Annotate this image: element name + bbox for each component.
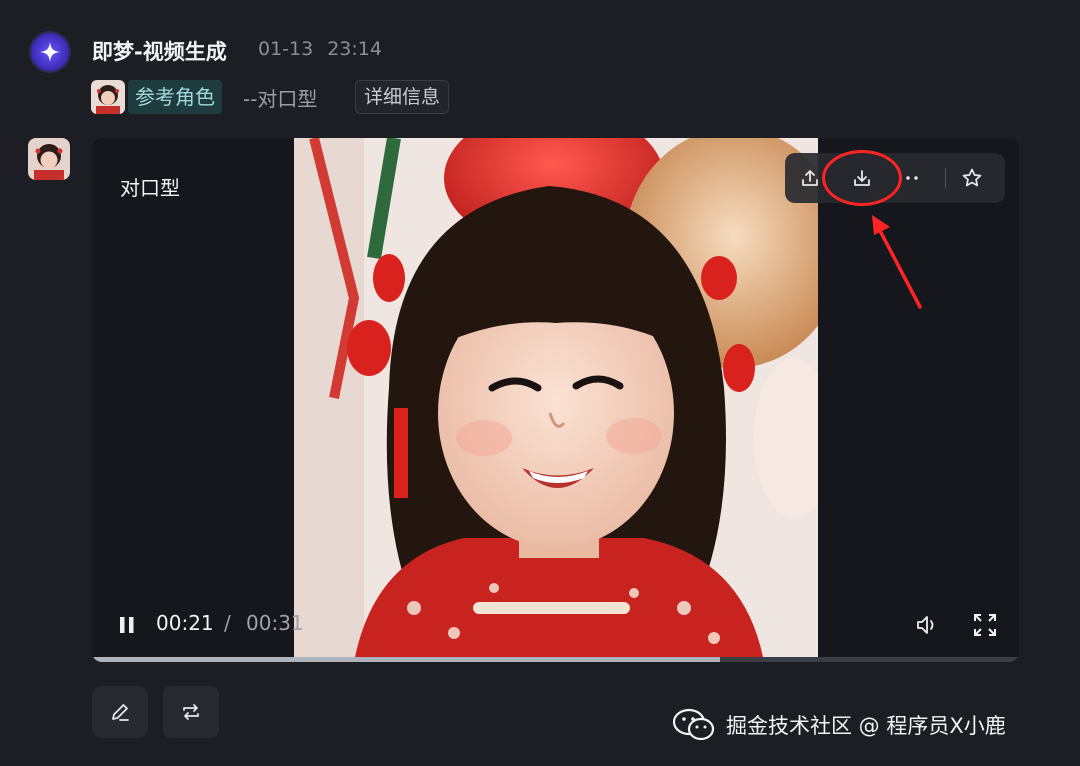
regenerate-button[interactable] xyxy=(163,686,219,738)
current-time: 00:21 xyxy=(156,611,214,635)
detail-info-button[interactable]: 详细信息 xyxy=(355,80,450,114)
favorite-button[interactable] xyxy=(949,153,995,203)
timestamp: 01-13 23:14 xyxy=(258,38,396,60)
video-frame xyxy=(294,138,818,662)
app-title: 即梦-视频生成 xyxy=(92,40,227,64)
reference-avatar[interactable] xyxy=(91,80,125,114)
total-time: 00:31 xyxy=(246,611,304,635)
video-still-girl-in-red-qipao xyxy=(294,138,818,662)
annotation-circle xyxy=(822,150,902,206)
mode-label: --对口型 xyxy=(243,87,318,111)
wechat-icon xyxy=(672,708,715,741)
share-icon xyxy=(802,170,818,186)
watermark: 掘金技术社区 @ 程序员X小鹿 xyxy=(672,708,1006,742)
video-controls: 00:21 / 00:31 xyxy=(92,600,1019,650)
regenerate-icon xyxy=(183,704,199,720)
toolbar-divider xyxy=(945,168,946,188)
volume-button[interactable] xyxy=(914,612,940,642)
character-avatar xyxy=(28,138,70,180)
fullscreen-icon xyxy=(974,614,996,636)
time-separator: / xyxy=(224,611,231,635)
progress-fill xyxy=(92,657,720,662)
fullscreen-button[interactable] xyxy=(972,612,998,642)
time-label: 23:14 xyxy=(327,38,382,60)
annotation-arrow xyxy=(872,215,922,309)
edit-icon xyxy=(112,704,129,721)
reference-role-chip[interactable]: 参考角色 xyxy=(128,80,222,114)
volume-icon xyxy=(917,616,934,634)
star-icon xyxy=(962,168,982,187)
child-portrait-thumbnail xyxy=(91,80,125,114)
pause-icon xyxy=(120,617,134,633)
child-portrait-thumbnail xyxy=(28,138,70,180)
watermark-text: 掘金技术社区 @ 程序员X小鹿 xyxy=(726,714,1006,738)
edit-button[interactable] xyxy=(92,686,148,738)
pause-button[interactable] xyxy=(116,614,138,640)
sparkle-icon xyxy=(40,42,60,62)
app-logo xyxy=(29,31,71,73)
video-overlay-label: 对口型 xyxy=(120,176,180,200)
more-icon xyxy=(906,176,918,180)
date-label: 01-13 xyxy=(258,38,314,60)
